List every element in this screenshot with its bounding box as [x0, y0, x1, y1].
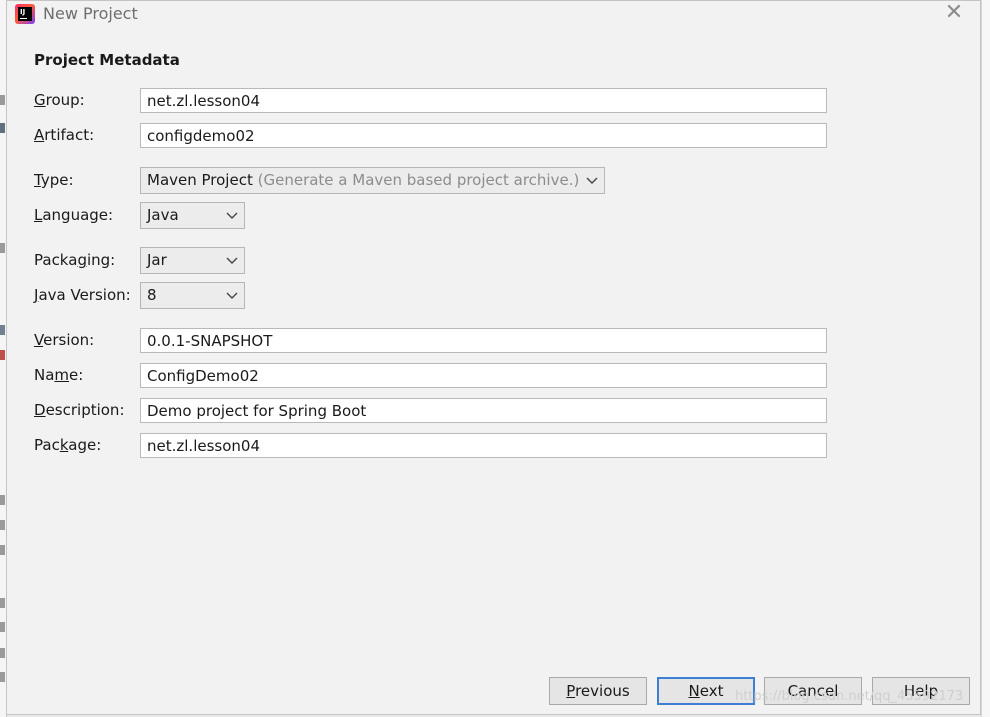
group-label-text: roup:: [45, 91, 85, 109]
chevron-down-icon: [226, 292, 238, 299]
background-mark: [0, 520, 5, 530]
chevron-down-icon: [226, 257, 238, 264]
name-label: Name:: [34, 366, 83, 384]
artifact-label-text: rtifact:: [44, 126, 95, 144]
type-select-value: Maven Project: [147, 171, 253, 189]
cancel-button[interactable]: Cancel: [764, 677, 862, 705]
group-input[interactable]: [140, 88, 827, 113]
section-title: Project Metadata: [34, 51, 180, 69]
version-input[interactable]: [140, 328, 827, 353]
background-mark: [0, 648, 5, 658]
group-label-mnemonic: G: [34, 91, 46, 109]
chevron-down-icon: [586, 177, 598, 184]
app-icon-glyph: IJ: [18, 7, 32, 21]
new-project-dialog: IJ New Project ✕ Project Metadata Group:…: [6, 0, 981, 715]
close-icon[interactable]: ✕: [944, 2, 964, 24]
previous-button[interactable]: Previous: [549, 677, 647, 705]
packaging-select-value: Jar: [147, 251, 167, 269]
background-mark: [0, 325, 5, 335]
next-button-label: ext: [699, 682, 724, 700]
type-select-hint: (Generate a Maven based project archive.…: [257, 171, 580, 189]
version-label: Version:: [34, 331, 94, 349]
version-label-mnemonic: V: [34, 331, 44, 349]
next-button[interactable]: Next: [657, 677, 755, 705]
chevron-down-icon: [226, 212, 238, 219]
next-button-mnemonic: N: [688, 682, 700, 700]
packaging-label-text: Packa: [34, 251, 78, 269]
language-label: Language:: [34, 206, 113, 224]
description-input[interactable]: [140, 398, 827, 423]
package-label-mnemonic: k: [59, 436, 69, 454]
background-mark: [0, 123, 5, 133]
package-input[interactable]: [140, 433, 827, 458]
title-bar: IJ New Project ✕: [7, 1, 980, 27]
background-mark: [0, 545, 5, 555]
artifact-label: Artifact:: [34, 126, 94, 144]
name-input[interactable]: [140, 363, 827, 388]
intellij-app-icon: IJ: [15, 4, 35, 24]
description-label: Description:: [34, 401, 125, 419]
description-label-text: escription:: [45, 401, 125, 419]
previous-button-label: revious: [575, 682, 630, 700]
type-label-mnemonic: T: [34, 171, 41, 189]
background-mark: [0, 95, 5, 105]
window-title: New Project: [43, 4, 138, 23]
package-label-text: age:: [68, 436, 102, 454]
type-select[interactable]: Maven Project (Generate a Maven based pr…: [140, 167, 605, 194]
packaging-select[interactable]: Jar: [140, 247, 245, 274]
description-label-mnemonic: D: [34, 401, 46, 419]
help-button[interactable]: Help: [872, 677, 970, 705]
background-mark: [0, 622, 5, 632]
packaging-label-mnemonic: g: [77, 251, 87, 269]
cancel-button-label: Cancel: [787, 682, 839, 700]
language-select-value: Java: [147, 206, 179, 224]
type-label: Type:: [34, 171, 74, 189]
language-select[interactable]: Java: [140, 202, 245, 229]
artifact-label-mnemonic: A: [34, 126, 45, 144]
background-mark: [0, 598, 5, 608]
name-label-text: Na: [34, 366, 55, 384]
background-mark: [0, 672, 5, 682]
package-label: Package:: [34, 436, 101, 454]
version-label-text: ersion:: [43, 331, 95, 349]
artifact-input[interactable]: [140, 123, 827, 148]
java-version-label: Java Version:: [34, 286, 131, 304]
java-version-select-value: 8: [147, 286, 157, 304]
packaging-label: Packaging:: [34, 251, 115, 269]
java-version-select[interactable]: 8: [140, 282, 245, 309]
help-button-label: Help: [903, 682, 939, 700]
java-version-label-text: ava Version:: [38, 286, 131, 304]
name-label-mnemonic: m: [54, 366, 70, 384]
background-mark: [0, 350, 5, 360]
packaging-label-text: ing:: [86, 251, 116, 269]
previous-button-mnemonic: P: [566, 682, 576, 700]
type-label-text: ype:: [40, 171, 74, 189]
background-window-edge-right: [981, 0, 990, 717]
package-label-text: Pac: [34, 436, 60, 454]
background-mark: [0, 495, 5, 505]
group-label: Group:: [34, 91, 85, 109]
name-label-text: e:: [69, 366, 84, 384]
background-mark: [0, 243, 5, 253]
language-label-text: anguage:: [42, 206, 114, 224]
